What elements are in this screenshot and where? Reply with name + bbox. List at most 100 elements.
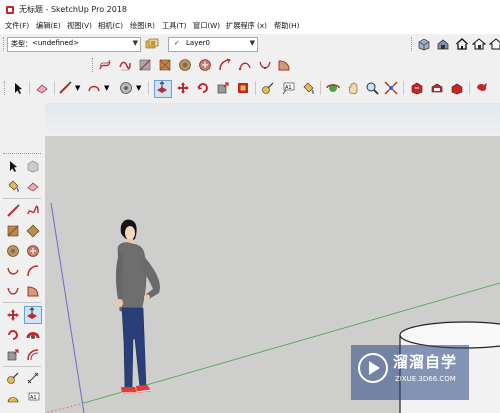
3-point-arc-icon[interactable]: [258, 58, 272, 72]
title-bar: 无标题 - SketchUp Pro 2018: [0, 0, 500, 20]
push-pull-icon[interactable]: [154, 80, 172, 98]
orbit-icon[interactable]: [326, 81, 340, 95]
menu-file[interactable]: 文件(F): [5, 21, 29, 31]
select-arrow-icon[interactable]: [11, 81, 25, 95]
house-alt-icon[interactable]: [489, 37, 500, 51]
shapes-icon[interactable]: [119, 81, 133, 95]
chevron-down-icon[interactable]: ▼: [75, 84, 80, 92]
3-point-arc-icon[interactable]: [6, 284, 20, 298]
drape-icon[interactable]: [178, 58, 192, 72]
line-icon[interactable]: [6, 204, 20, 218]
menu-camera[interactable]: 相机(C): [98, 21, 123, 31]
separator: [54, 81, 55, 95]
pie-icon[interactable]: [277, 58, 291, 72]
2-point-arc-icon[interactable]: [26, 264, 40, 278]
layer-name: Layer0: [186, 39, 210, 47]
offset-icon[interactable]: [26, 348, 40, 362]
paint-bucket-icon[interactable]: [6, 179, 20, 193]
rectangle-icon[interactable]: [6, 224, 20, 238]
menu-extensions[interactable]: 扩展程序 (x): [226, 21, 267, 31]
move-icon[interactable]: [176, 81, 190, 95]
pencil-line-icon[interactable]: [58, 81, 72, 95]
toolbar-grip[interactable]: [3, 153, 41, 156]
chevron-down-icon[interactable]: ▼: [104, 84, 109, 92]
offset-icon[interactable]: [236, 81, 250, 95]
layer-check-icon: ✓: [174, 39, 180, 47]
scale-icon[interactable]: [216, 81, 230, 95]
separator: [3, 366, 41, 367]
warehouse-icon[interactable]: [410, 81, 424, 95]
toolbar-grip[interactable]: [92, 58, 95, 72]
separator: [3, 302, 41, 303]
move-icon[interactable]: [6, 308, 20, 322]
eraser-icon[interactable]: [26, 179, 40, 193]
sky: [45, 103, 500, 136]
separator: [320, 81, 321, 95]
3d-warehouse-icon[interactable]: [436, 37, 450, 51]
circle-icon[interactable]: [6, 244, 20, 258]
zoom-extents-icon[interactable]: [384, 81, 398, 95]
watermark-title: 溜溜自学: [393, 353, 458, 371]
toolbar-grip[interactable]: [4, 81, 7, 95]
menu-draw[interactable]: 绘图(R): [130, 21, 155, 31]
smoove-icon[interactable]: [138, 58, 152, 72]
follow-me-icon[interactable]: [26, 328, 40, 342]
flip-edge-icon[interactable]: [218, 58, 232, 72]
menu-tools[interactable]: 工具(T): [162, 21, 186, 31]
chevron-down-icon[interactable]: ▼: [136, 84, 141, 92]
layer-select[interactable]: ✓ Layer0 ▼: [168, 37, 258, 52]
arc-icon[interactable]: [238, 58, 252, 72]
paint-bucket-icon[interactable]: [301, 81, 315, 95]
components-icon[interactable]: [417, 37, 431, 51]
window-title: 无标题 - SketchUp Pro 2018: [19, 5, 127, 14]
sandbox-from-scratch-icon[interactable]: [118, 58, 132, 72]
entity-type-label: 类型：: [11, 40, 32, 48]
menu-bar: 文件(F) 编辑(E) 视图(V) 相机(C) 绘图(R) 工具(T) 窗口(W…: [0, 20, 500, 34]
make-component-icon[interactable]: [26, 159, 40, 173]
share-component-icon[interactable]: [450, 81, 464, 95]
sandbox-from-contours-icon[interactable]: [98, 58, 112, 72]
entity-type-value: <undefined>: [32, 39, 79, 47]
sketchup-app-icon: [5, 5, 15, 15]
menu-window[interactable]: 窗口(W): [193, 21, 220, 31]
freehand-icon[interactable]: [26, 204, 40, 218]
select-arrow-icon[interactable]: [6, 159, 20, 173]
tape-measure-icon[interactable]: [6, 371, 20, 385]
watermark-badge: 溜溜自学 ZIXUE.3D66.COM: [351, 345, 469, 400]
toolbar-row-3: ▼ ▼ ▼ A1: [0, 77, 500, 99]
share-model-icon[interactable]: [430, 81, 444, 95]
extension-warehouse-icon[interactable]: [475, 81, 489, 95]
layer-manager-icon[interactable]: [145, 37, 159, 51]
push-pull-icon[interactable]: [24, 306, 42, 324]
rotate-icon[interactable]: [6, 328, 20, 342]
toolbar-grip[interactable]: [3, 37, 6, 51]
home-icon[interactable]: [455, 37, 469, 51]
arc-icon[interactable]: [6, 264, 20, 278]
house-icon[interactable]: [472, 37, 486, 51]
tape-measure-icon[interactable]: [261, 81, 275, 95]
menu-view[interactable]: 视图(V): [67, 21, 92, 31]
dimension-icon[interactable]: [26, 371, 40, 385]
stamp-icon[interactable]: [158, 58, 172, 72]
scale-icon[interactable]: [6, 348, 20, 362]
menu-edit[interactable]: 编辑(E): [36, 21, 61, 31]
play-logo-icon: [357, 352, 389, 384]
chevron-down-icon: ▼: [132, 39, 138, 47]
menu-help[interactable]: 帮助(H): [274, 21, 299, 31]
polygon-icon[interactable]: [26, 244, 40, 258]
add-detail-icon[interactable]: [198, 58, 212, 72]
zoom-icon[interactable]: [365, 81, 379, 95]
eraser-icon[interactable]: [35, 81, 49, 95]
text-icon[interactable]: A1: [26, 391, 40, 405]
entity-type-select[interactable]: 类型： <undefined> ▼: [7, 37, 141, 52]
protractor-icon[interactable]: [6, 391, 20, 405]
pie-icon[interactable]: [26, 284, 40, 298]
arc-tool-icon[interactable]: [87, 81, 101, 95]
separator: [29, 81, 30, 95]
text-icon[interactable]: A1: [281, 81, 295, 95]
svg-text:A1: A1: [30, 395, 37, 401]
pan-hand-icon[interactable]: [346, 81, 360, 95]
rotated-rectangle-icon[interactable]: [26, 224, 40, 238]
toolbar-grip[interactable]: [411, 37, 414, 51]
rotate-icon[interactable]: [196, 81, 210, 95]
